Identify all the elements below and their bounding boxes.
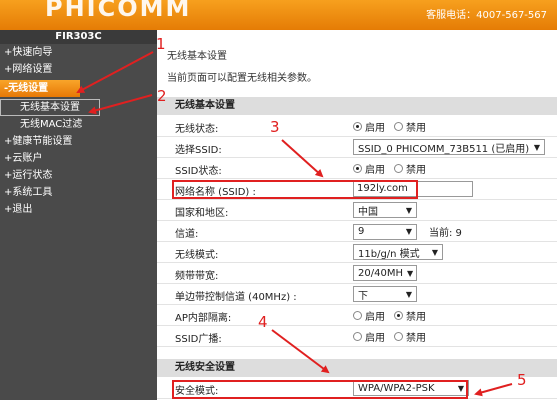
channel-label: 信道: [175, 229, 199, 240]
broadcast-disable-label: 禁用 [406, 333, 426, 344]
broadcast-disable-radio[interactable] [394, 332, 403, 341]
control-channel-select-value: 下 [358, 290, 368, 302]
chevron-down-icon: ▼ [533, 142, 540, 152]
ssid-enable-label: 启用 [365, 165, 385, 176]
ssid-select-value: SSID_0 PHICOMM_73B511 (已启用) [358, 143, 530, 155]
sidebar-item-network[interactable]: +网络设置 [0, 61, 157, 78]
row-ap-isolation: AP内部隔离: 启用 禁用 [157, 305, 557, 326]
wireless-enable-radio[interactable] [353, 122, 362, 131]
ap-isolation-enable-label: 启用 [365, 312, 385, 323]
ssid-broadcast-label: SSID广播: [175, 334, 222, 345]
row-ssid-broadcast: SSID广播: 启用 禁用 [157, 326, 557, 347]
sidebar-item-quick-setup[interactable]: +快速向导 [0, 44, 157, 61]
main-content: 无线基本设置 当前页面可以配置无线相关参数。 无线基本设置 无线状态: 启用 禁… [157, 30, 557, 400]
row-control-channel: 单边带控制信道 (40MHz) : 下 ▼ [157, 284, 557, 305]
chevron-down-icon: ▼ [431, 247, 438, 257]
annotation-number-2: 2 [157, 87, 167, 105]
annotation-number-4: 4 [258, 313, 268, 331]
control-channel-select[interactable]: 下 ▼ [353, 286, 417, 302]
country-select-value: 中国 [358, 206, 378, 218]
wireless-disable-radio[interactable] [394, 122, 403, 131]
chevron-down-icon: ▼ [405, 227, 412, 236]
header-bar: PHICOMM 客服电话：4007-567-567 [0, 0, 557, 30]
channel-select[interactable]: 9 ▼ [353, 223, 417, 240]
security-mode-highlight [172, 380, 468, 399]
sidebar-item-health-energy[interactable]: +健康节能设置 [0, 133, 157, 150]
page-description: 当前页面可以配置无线相关参数。 [167, 73, 317, 84]
sidebar-item-logout[interactable]: +退出 [0, 201, 157, 218]
hotline-text: 客服电话：4007-567-567 [426, 10, 547, 21]
bandwidth-label: 频带带宽: [175, 271, 219, 282]
ssid-disable-radio[interactable] [394, 164, 403, 173]
country-label: 国家和地区: [175, 208, 229, 219]
sidebar-item-cloud-account[interactable]: +云账户 [0, 150, 157, 167]
mode-select[interactable]: 11b/g/n 模式 ▼ [353, 244, 443, 260]
row-wireless-status: 无线状态: 启用 禁用 [157, 116, 557, 137]
sidebar: FIR303C +快速向导 +网络设置 -无线设置 无线基本设置 无线MAC过滤… [0, 30, 157, 400]
brand-logo: PHICOMM [45, 0, 192, 22]
ssid-select[interactable]: SSID_0 PHICOMM_73B511 (已启用) ▼ [353, 139, 545, 155]
wireless-status-label: 无线状态: [175, 124, 219, 135]
control-channel-label: 单边带控制信道 (40MHz) : [175, 292, 297, 303]
ap-isolation-enable-radio[interactable] [353, 311, 362, 320]
chevron-down-icon: ▼ [405, 205, 412, 215]
row-channel: 信道: 9 ▼ 当前: 9 [157, 221, 557, 242]
mode-select-value: 11b/g/n 模式 [358, 248, 420, 260]
security-section-header: 无线安全设置 [157, 359, 557, 377]
chevron-down-icon: ▼ [405, 289, 412, 299]
mode-label: 无线模式: [175, 250, 219, 261]
row-wireless-mode: 无线模式: 11b/g/n 模式 ▼ [157, 242, 557, 263]
row-select-ssid: 选择SSID: SSID_0 PHICOMM_73B511 (已启用) ▼ [157, 137, 557, 158]
broadcast-enable-radio[interactable] [353, 332, 362, 341]
channel-select-value: 9 [358, 226, 365, 237]
select-ssid-label: 选择SSID: [175, 145, 222, 156]
row-ssid-status: SSID状态: 启用 禁用 [157, 158, 557, 179]
annotation-number-1: 1 [156, 35, 166, 53]
basic-section-header: 无线基本设置 [157, 97, 557, 115]
wireless-enable-label: 启用 [365, 123, 385, 134]
network-name-highlight [172, 180, 418, 199]
sidebar-item-system-tools[interactable]: +系统工具 [0, 184, 157, 201]
country-select[interactable]: 中国 ▼ [353, 202, 417, 218]
ap-isolation-label: AP内部隔离: [175, 313, 232, 324]
row-country: 国家和地区: 中国 ▼ [157, 200, 557, 221]
bandwidth-select[interactable]: 20/40MH ▼ [353, 265, 417, 281]
current-channel-text: 当前: 9 [429, 228, 462, 239]
ssid-disable-label: 禁用 [406, 165, 426, 176]
chevron-down-icon: ▼ [406, 268, 414, 278]
sidebar-item-wireless[interactable]: -无线设置 [0, 80, 80, 97]
broadcast-enable-label: 启用 [365, 333, 385, 344]
bandwidth-select-value: 20/40MH [358, 267, 403, 279]
annotation-number-5: 5 [517, 371, 527, 389]
wireless-disable-label: 禁用 [406, 123, 426, 134]
sidebar-item-status[interactable]: +运行状态 [0, 167, 157, 184]
annotation-number-3: 3 [270, 118, 280, 136]
model-name: FIR303C [0, 30, 157, 44]
ssid-enable-radio[interactable] [353, 164, 362, 173]
sidebar-item-wireless-basic[interactable]: 无线基本设置 [0, 99, 100, 116]
ssid-status-label: SSID状态: [175, 166, 222, 177]
row-bandwidth: 频带带宽: 20/40MH ▼ [157, 263, 557, 284]
sidebar-item-wireless-mac-filter[interactable]: 无线MAC过滤 [0, 116, 157, 133]
ap-isolation-disable-label: 禁用 [406, 312, 426, 323]
page-title: 无线基本设置 [167, 51, 227, 62]
ap-isolation-disable-radio[interactable] [394, 311, 403, 320]
